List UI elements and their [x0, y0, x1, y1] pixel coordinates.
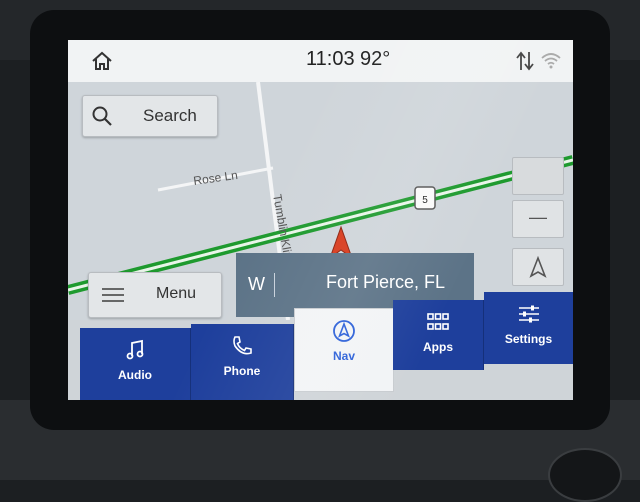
- bottom-nav-bar: Audio Phone Nav Apps Settings: [68, 292, 573, 400]
- temperature: 92°: [360, 48, 391, 70]
- wifi-icon: [541, 53, 561, 69]
- nav-phone-button[interactable]: Phone: [191, 324, 294, 400]
- volume-knob: [548, 448, 622, 502]
- search-icon: [92, 106, 112, 126]
- zoom-out-button[interactable]: —: [512, 200, 564, 238]
- home-icon[interactable]: [90, 50, 114, 72]
- nav-settings-label: Settings: [504, 332, 553, 346]
- zoom-in-button[interactable]: [512, 157, 564, 195]
- north-up-icon: [529, 256, 547, 278]
- destination-name: Fort Pierce, FL: [326, 272, 446, 292]
- navigation-icon: [333, 320, 355, 342]
- infotainment-screen: 11:03 92° Rose Ln Tumblin Kling Rd 5 Sea…: [68, 40, 573, 400]
- status-bar: 11:03 92°: [68, 40, 573, 83]
- search-button[interactable]: Search: [82, 95, 218, 137]
- zoom-out-label: —: [529, 207, 547, 227]
- grid-icon: [427, 313, 449, 330]
- search-label: Search: [143, 106, 197, 125]
- nav-navigation-button[interactable]: Nav: [294, 308, 394, 392]
- nav-audio-button[interactable]: Audio: [80, 328, 191, 400]
- compass-button[interactable]: [512, 248, 564, 286]
- nav-audio-label: Audio: [118, 368, 152, 382]
- nav-apps-label: Apps: [423, 340, 453, 354]
- nav-navigation-label: Nav: [332, 349, 355, 363]
- music-note-icon: [126, 339, 144, 360]
- sliders-icon: [518, 305, 539, 323]
- route-shield-number: 5: [422, 195, 428, 206]
- nav-settings-button[interactable]: Settings: [484, 292, 573, 364]
- nav-phone-label: Phone: [223, 364, 261, 378]
- phone-icon: [233, 336, 252, 355]
- data-transfer-icon: [516, 51, 534, 71]
- nav-apps-button[interactable]: Apps: [393, 300, 484, 370]
- clock: 11:03: [306, 48, 355, 70]
